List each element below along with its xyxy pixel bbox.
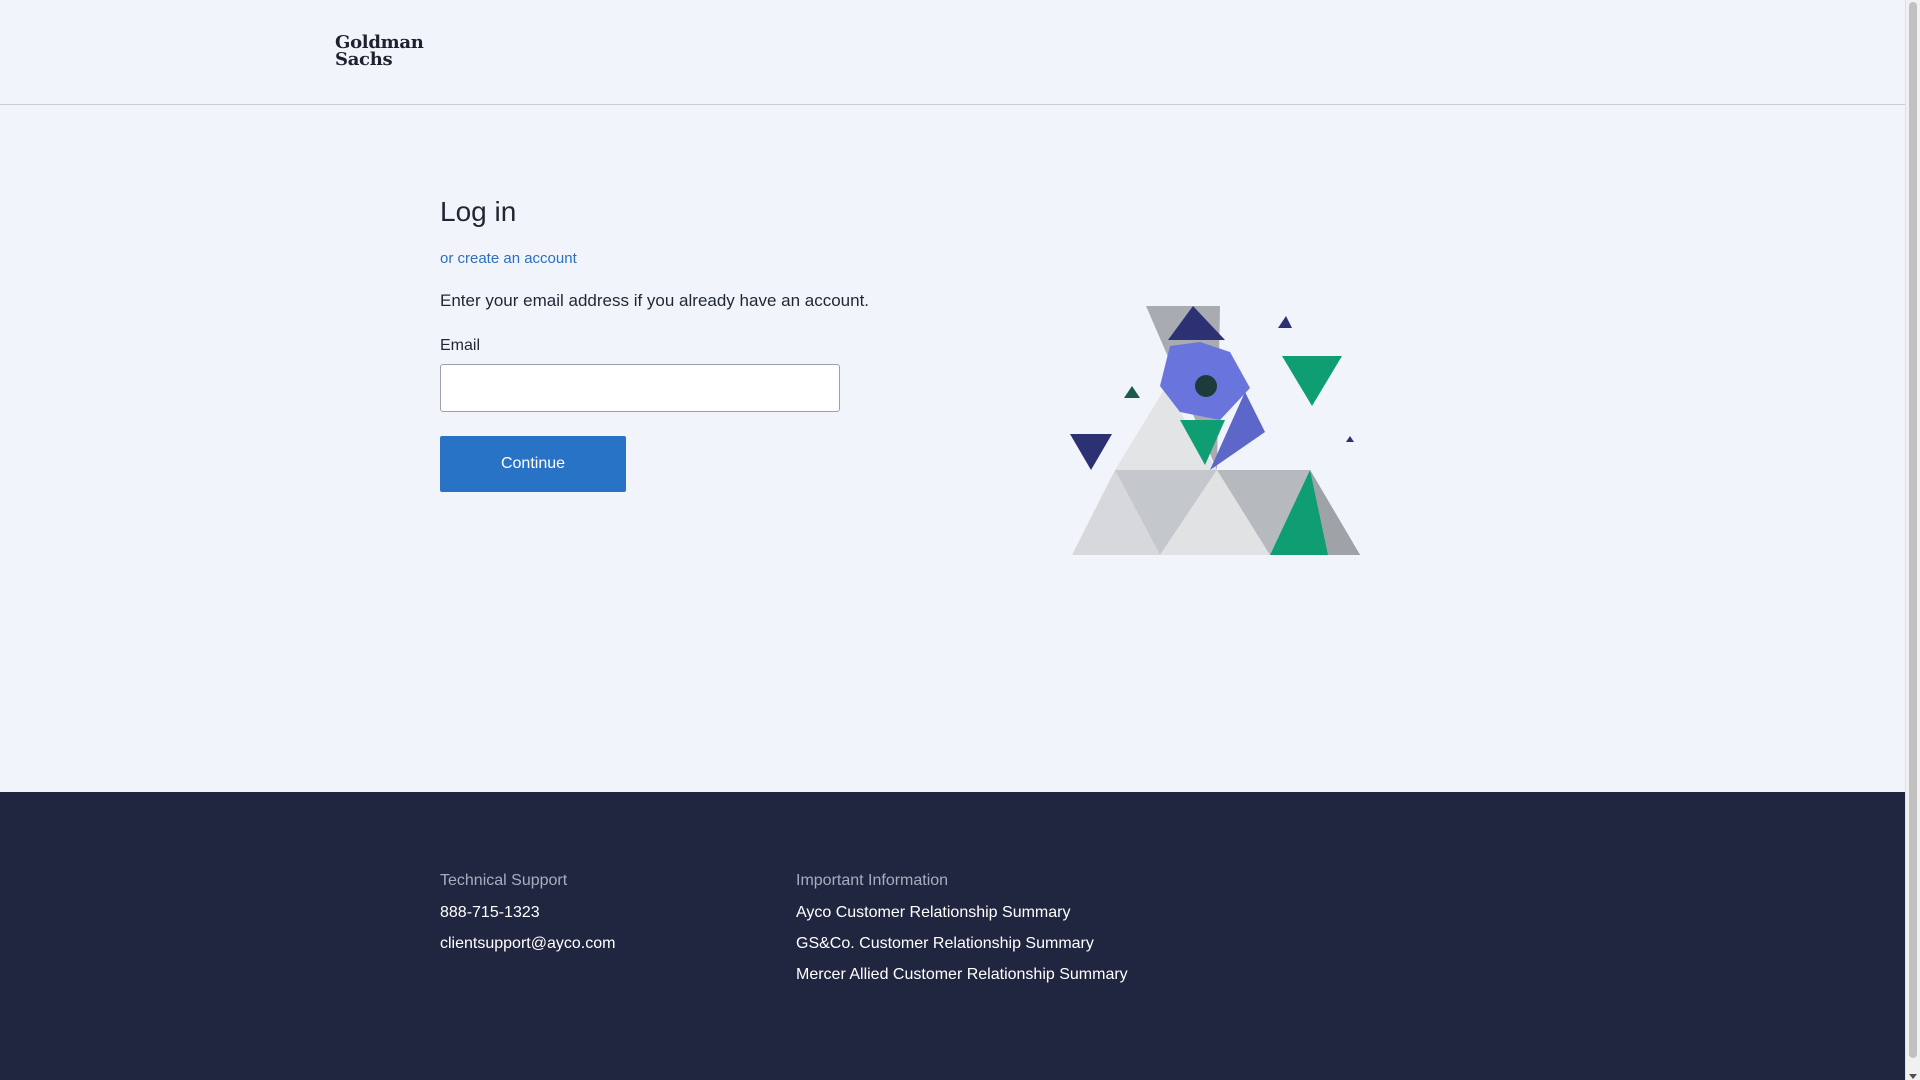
vertical-scrollbar[interactable]	[1905, 0, 1920, 1080]
goldman-sachs-logo[interactable]: Goldman Sachs	[335, 34, 424, 70]
triangle-illustration	[1070, 306, 1360, 555]
login-form: Log in or create an account Enter your e…	[440, 196, 900, 492]
technical-support-section: Technical Support 888-715-1323 clientsup…	[440, 872, 615, 966]
ayco-summary-link[interactable]: Ayco Customer Relationship Summary	[796, 904, 1128, 922]
support-email-link[interactable]: clientsupport@ayco.com	[440, 935, 615, 953]
login-instructions: Enter your email address if you already …	[440, 291, 870, 310]
scrollbar-thumb[interactable]	[1909, 2, 1917, 1058]
important-information-section: Important Information Ayco Customer Rela…	[796, 872, 1128, 997]
important-information-heading: Important Information	[796, 872, 949, 889]
top-header: Goldman Sachs	[0, 0, 1905, 105]
support-phone-link[interactable]: 888-715-1323	[440, 904, 615, 922]
page-title: Log in	[440, 196, 517, 227]
illustration-green-small-left	[1124, 386, 1140, 398]
page: Goldman Sachs Log in or create an accoun…	[0, 0, 1905, 1080]
illustration-navy-tiny-right	[1346, 436, 1354, 442]
gsco-summary-link[interactable]: GS&Co. Customer Relationship Summary	[796, 935, 1128, 953]
technical-support-heading: Technical Support	[440, 872, 568, 889]
email-label: Email	[440, 337, 481, 354]
continue-button[interactable]: Continue	[440, 436, 626, 492]
illustration-green-floating	[1282, 356, 1342, 406]
site-footer: Technical Support 888-715-1323 clientsup…	[0, 792, 1905, 1080]
email-field[interactable]	[440, 364, 840, 412]
logo-line-2: Sachs	[335, 49, 393, 70]
illustration-navy-small-top	[1278, 316, 1292, 328]
scroll-down-arrow-icon[interactable]	[1909, 1074, 1917, 1079]
illustration-center-hole	[1195, 375, 1217, 397]
mercer-allied-summary-link[interactable]: Mercer Allied Customer Relationship Summ…	[796, 966, 1128, 984]
create-account-link[interactable]: or create an account	[440, 250, 900, 267]
illustration-navy-left	[1070, 434, 1112, 470]
